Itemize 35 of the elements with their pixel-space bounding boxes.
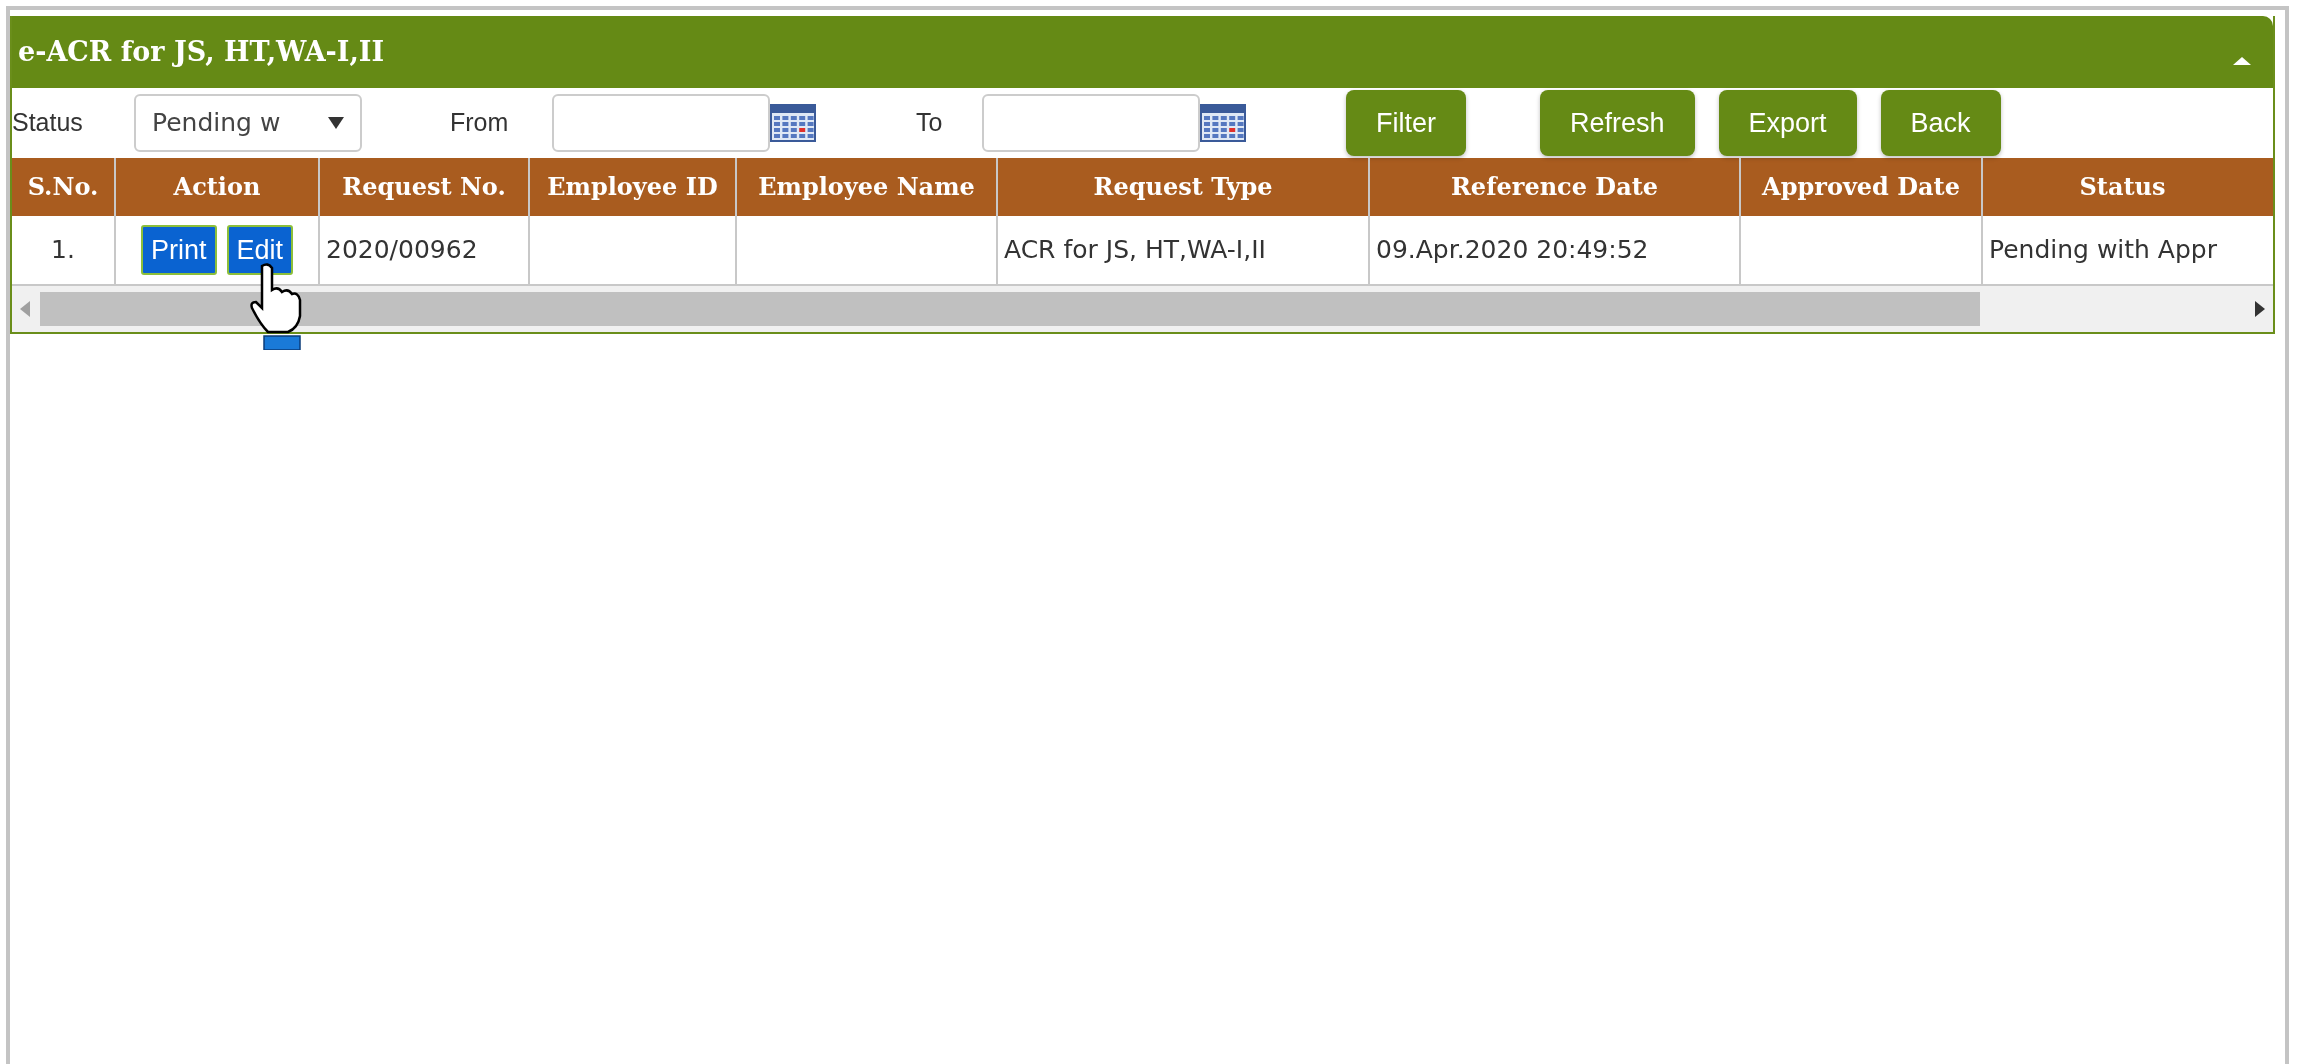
calendar-icon[interactable] xyxy=(1200,104,1246,142)
scrollbar-thumb[interactable] xyxy=(40,292,1980,326)
to-date-field[interactable] xyxy=(982,94,1200,152)
row-action-button[interactable]: Print xyxy=(140,225,217,275)
scroll-left-icon[interactable] xyxy=(20,301,30,317)
toolbar-button[interactable]: Filter xyxy=(1346,90,1466,156)
collapse-icon[interactable] xyxy=(2233,55,2251,65)
table-cell: 2020/00962 xyxy=(320,216,530,284)
status-label: Status xyxy=(12,107,84,139)
column-header: Request Type xyxy=(998,158,1370,216)
status-select[interactable]: Pending w xyxy=(134,94,362,152)
table-cell: 09.Apr.2020 20:49:52 xyxy=(1370,216,1741,284)
panel-title: e-ACR for JS, HT,WA-I,II xyxy=(18,34,385,69)
scroll-right-icon[interactable] xyxy=(2255,301,2265,317)
pointer-cursor-icon xyxy=(248,262,304,350)
toolbar-button[interactable]: Export xyxy=(1718,90,1857,156)
table-cell-text: Pending with Appr xyxy=(1988,234,2218,267)
dropdown-arrow-icon xyxy=(328,117,344,129)
to-label: To xyxy=(916,107,944,139)
column-header: Employee Name xyxy=(737,158,998,216)
calendar-icon[interactable] xyxy=(770,104,816,142)
column-header: Request No. xyxy=(320,158,530,216)
toolbar-button[interactable]: Refresh xyxy=(1540,90,1695,156)
table-cell: ACR for JS, HT,WA-I,II xyxy=(998,216,1370,284)
horizontal-scrollbar[interactable] xyxy=(12,286,2273,332)
column-header: Reference Date xyxy=(1370,158,1741,216)
column-header: Approved Date xyxy=(1741,158,1983,216)
column-header: S.No. xyxy=(12,158,116,216)
from-label: From xyxy=(450,107,510,139)
toolbar-button[interactable]: Back xyxy=(1880,90,2001,156)
column-header: Status xyxy=(2078,171,2167,203)
column-header: Action xyxy=(116,158,320,216)
from-date-field[interactable] xyxy=(552,94,770,152)
column-header: Employee ID xyxy=(530,158,737,216)
table-cell: 1. xyxy=(12,216,116,284)
